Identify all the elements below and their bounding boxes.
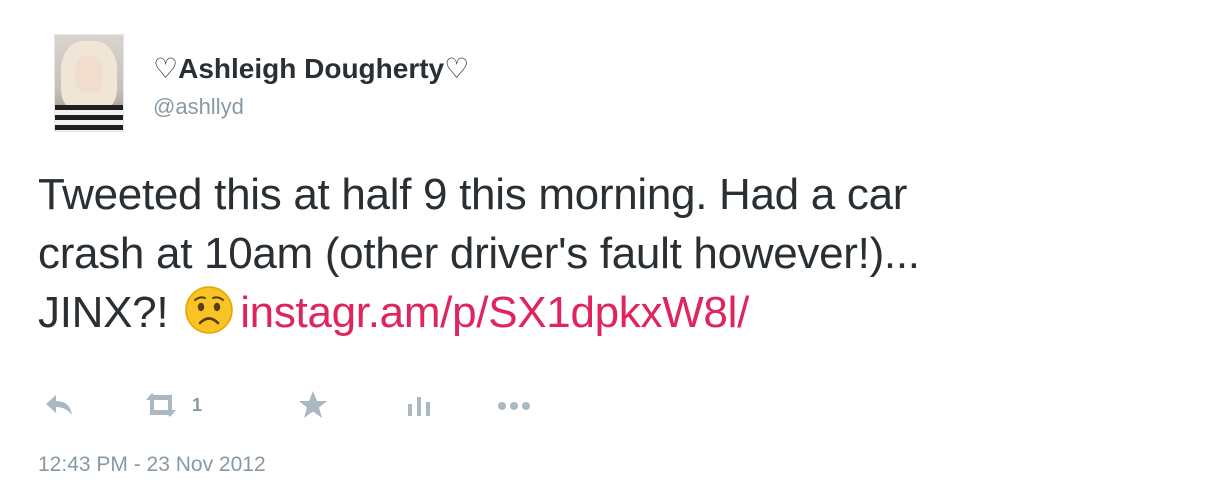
- tweet-line-2: crash at 10am (other driver's fault howe…: [38, 229, 920, 278]
- reply-icon: [42, 388, 76, 422]
- tweet-line-1: Tweeted this at half 9 this morning. Had…: [38, 170, 908, 219]
- tweet-text: Tweeted this at half 9 this morning. Had…: [38, 165, 1188, 342]
- more-button[interactable]: [494, 388, 534, 422]
- avatar-shirt: [55, 105, 123, 131]
- favorite-button[interactable]: [296, 388, 330, 422]
- tweet-timestamp[interactable]: 12:43 PM - 23 Nov 2012: [38, 453, 266, 477]
- reply-button[interactable]: [42, 388, 76, 422]
- avatar-face: [75, 55, 103, 93]
- retweet-button[interactable]: 1: [142, 388, 202, 422]
- stats-button[interactable]: [404, 388, 434, 422]
- avatar[interactable]: [54, 34, 124, 132]
- tweet-line-3: JINX?! instagr.am/p/SX1dpkxW8l/: [38, 283, 1188, 342]
- instagram-link[interactable]: instagr.am/p/SX1dpkxW8l/: [240, 288, 749, 337]
- retweet-icon: [142, 388, 180, 422]
- worried-face-emoji-icon: [184, 285, 234, 335]
- user-handle[interactable]: @ashllyd: [153, 94, 244, 120]
- more-dots-icon: [494, 388, 534, 422]
- retweet-count: 1: [192, 394, 203, 415]
- display-name[interactable]: ♡Ashleigh Dougherty♡: [153, 52, 469, 85]
- star-icon: [296, 388, 330, 422]
- tweet-line-3-text: JINX?!: [38, 288, 169, 337]
- bar-chart-icon: [404, 388, 434, 422]
